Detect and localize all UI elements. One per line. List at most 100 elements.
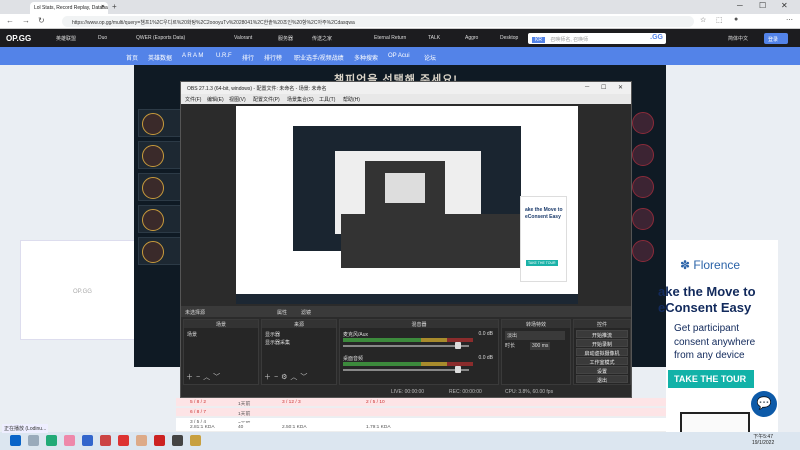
nested-ad-button: TAKE THE TOUR bbox=[526, 260, 558, 266]
menu-help[interactable]: 帮助(H) bbox=[343, 96, 360, 103]
filters-button[interactable]: 滤镜 bbox=[301, 309, 311, 316]
summoner-search-input[interactable]: KR 召唤师名, 召唤师 .GG bbox=[528, 33, 666, 44]
subnav-champions[interactable]: 英雄数据 bbox=[148, 53, 172, 62]
source-item[interactable]: 显示器采集 bbox=[265, 339, 290, 346]
app-icon[interactable] bbox=[100, 435, 111, 446]
browser-tab-bar: Lol Stats, Record Replay, Databa ✕ + ─ ☐… bbox=[0, 0, 800, 14]
settings-button[interactable]: 设置 bbox=[576, 366, 628, 375]
browser-tab[interactable]: Lol Stats, Record Replay, Databa ✕ bbox=[30, 2, 108, 14]
scenes-dock-toolbar[interactable]: ＋−︿﹀ bbox=[186, 372, 223, 382]
forward-icon[interactable]: → bbox=[22, 16, 30, 25]
region-select[interactable]: KR bbox=[532, 37, 545, 43]
opgg-logo[interactable]: OP.GG bbox=[6, 34, 31, 43]
table-row[interactable]: 2.81:1 KDA 40 2.50:1 KDA 1.79:1 KDA bbox=[176, 423, 666, 432]
menu-icon[interactable]: ⋯ bbox=[786, 16, 793, 24]
refresh-icon[interactable]: ↻ bbox=[38, 16, 45, 25]
search-placeholder: 召唤师名, 召唤师 bbox=[550, 37, 589, 43]
studio-mode-button[interactable]: 工作室模式 bbox=[576, 357, 628, 366]
sources-dock-title: 来源 bbox=[262, 320, 336, 328]
subnav-urf[interactable]: U.R.F bbox=[216, 53, 232, 59]
table-row[interactable]: 6 / 8 / 7 1天前 bbox=[176, 408, 666, 417]
nav-teleport[interactable]: 传送之家 bbox=[312, 35, 332, 42]
subnav-aram[interactable]: A R A M bbox=[182, 53, 203, 59]
start-streaming-button[interactable]: 开始推流 bbox=[576, 330, 628, 339]
edge-icon[interactable] bbox=[46, 435, 57, 446]
exit-button[interactable]: 退出 bbox=[576, 375, 628, 384]
obs-minimize-icon[interactable]: ─ bbox=[585, 84, 589, 90]
nav-eternal-return[interactable]: Eternal Return bbox=[374, 35, 406, 41]
star-icon[interactable]: ☆ bbox=[700, 16, 706, 24]
transition-select[interactable]: 淡出 bbox=[505, 331, 565, 340]
app-icon[interactable] bbox=[118, 435, 129, 446]
virtual-camera-button[interactable]: 启动虚拟摄像机 bbox=[576, 348, 628, 357]
subnav-op-acui[interactable]: OP Acui bbox=[388, 53, 410, 59]
menu-scene-collection[interactable]: 场景集合(S) bbox=[287, 96, 314, 103]
score-cell: 3 / 12 / 3 bbox=[282, 400, 301, 405]
table-row[interactable]: 5 / 8 / 2 1天前 3 / 12 / 3 2 / 5 / 10 bbox=[176, 398, 666, 407]
take-the-tour-button[interactable]: TAKE THE TOUR bbox=[668, 370, 754, 388]
channel-name: 桌面音频 bbox=[343, 356, 364, 362]
minimize-icon[interactable]: ─ bbox=[737, 1, 743, 10]
obs-preview[interactable]: ake the Move to eConsent Easy TAKE THE TO… bbox=[236, 106, 578, 304]
nav-aggro[interactable]: Aggro bbox=[465, 35, 478, 41]
menu-profile[interactable]: 配置文件(P) bbox=[253, 96, 280, 103]
source-item[interactable]: 显示器 bbox=[265, 331, 280, 338]
scene-item[interactable]: 场景 bbox=[187, 331, 197, 338]
subnav-rank[interactable]: 排行 bbox=[242, 53, 254, 62]
obs-title: OBS 27.1.3 (64-bit, windows) - 配置文件: 未命名… bbox=[187, 86, 327, 92]
profile-icon[interactable]: ● bbox=[734, 16, 738, 23]
close-window-icon[interactable]: ✕ bbox=[781, 1, 788, 10]
volume-knob[interactable] bbox=[455, 342, 461, 349]
menu-tools[interactable]: 工具(T) bbox=[319, 96, 335, 103]
login-button[interactable]: 登录 bbox=[764, 33, 788, 44]
rec-status: REC: 00:00:00 bbox=[449, 389, 482, 395]
florence-logo-text: Florence bbox=[693, 258, 741, 272]
url-input[interactable]: https://www.op.gg/multi/query=챔프1%2C우디르%… bbox=[62, 16, 694, 27]
volume-slider[interactable] bbox=[343, 345, 469, 347]
app-icon[interactable] bbox=[154, 435, 165, 446]
language-select[interactable]: 简体中文 bbox=[728, 35, 748, 42]
sources-dock-toolbar[interactable]: ＋−⚙︿﹀ bbox=[264, 372, 310, 382]
lol-taskbar-icon[interactable] bbox=[190, 435, 201, 446]
nav-desktop[interactable]: Desktop bbox=[500, 35, 518, 41]
subnav-pro[interactable]: 职业选手/视频战绩 bbox=[294, 53, 344, 62]
back-icon[interactable]: ← bbox=[6, 16, 14, 25]
nav-duo[interactable]: Duo bbox=[98, 35, 107, 41]
app-icon[interactable] bbox=[64, 435, 75, 446]
search-icon[interactable] bbox=[28, 435, 39, 446]
app-icon[interactable] bbox=[82, 435, 93, 446]
subnav-home[interactable]: 首页 bbox=[126, 53, 138, 62]
subnav-leaderboard[interactable]: 排行榜 bbox=[264, 53, 282, 62]
search-go-button[interactable]: .GG bbox=[650, 34, 663, 41]
menu-view[interactable]: 视图(V) bbox=[229, 96, 246, 103]
windows-taskbar: 正在播放 (Lodinu... 下午5:47 19/1/2022 bbox=[0, 424, 800, 450]
properties-button[interactable]: 属性 bbox=[277, 309, 287, 316]
subnav-multisearch[interactable]: 多种搜索 bbox=[354, 53, 378, 62]
start-icon[interactable] bbox=[10, 435, 21, 446]
taskbar-clock[interactable]: 下午5:47 19/1/2022 bbox=[752, 434, 774, 446]
nav-lol[interactable]: 英雄联盟 bbox=[56, 35, 76, 42]
close-tab-icon[interactable]: ✕ bbox=[101, 4, 105, 10]
chat-icon[interactable]: 💬 bbox=[751, 391, 777, 417]
maximize-icon[interactable]: ☐ bbox=[759, 1, 766, 10]
menu-file[interactable]: 文件(F) bbox=[185, 96, 201, 103]
volume-slider[interactable] bbox=[343, 369, 469, 371]
address-bar-row: ← → ↻ https://www.op.gg/multi/query=챔프1%… bbox=[0, 14, 800, 29]
menu-edit[interactable]: 编辑(E) bbox=[207, 96, 224, 103]
start-recording-button[interactable]: 开始录制 bbox=[576, 339, 628, 348]
new-tab-icon[interactable]: + bbox=[112, 2, 117, 11]
subnav-forum[interactable]: 论坛 bbox=[424, 53, 436, 62]
nav-esports[interactable]: QWER (Esports Data) bbox=[136, 35, 185, 41]
mixer-dock-title: 混音器 bbox=[340, 320, 498, 328]
nav-server[interactable]: 服务器 bbox=[278, 35, 293, 42]
nav-talk[interactable]: TALK bbox=[428, 35, 440, 41]
mixer-channel: 桌面音频 0.0 dB bbox=[343, 355, 493, 377]
volume-knob[interactable] bbox=[455, 366, 461, 373]
duration-input[interactable]: 300 ms bbox=[530, 342, 551, 350]
obs-maximize-icon[interactable]: ☐ bbox=[601, 84, 606, 91]
app-icon[interactable] bbox=[136, 435, 147, 446]
nav-valorant[interactable]: Valorant bbox=[234, 35, 252, 41]
obs-taskbar-icon[interactable] bbox=[172, 435, 183, 446]
extensions-icon[interactable]: ⬚ bbox=[716, 16, 723, 24]
obs-close-icon[interactable]: ✕ bbox=[618, 84, 623, 91]
